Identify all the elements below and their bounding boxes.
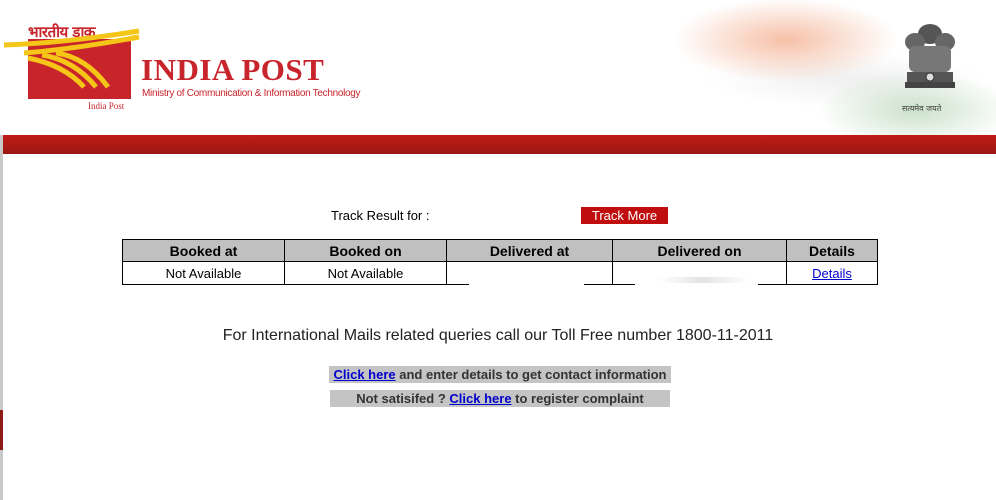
column-header-booked-on: Booked on: [284, 239, 447, 262]
table-header-row: Booked at Booked on Delivered at Deliver…: [122, 239, 878, 262]
delivered-on-cell: [612, 261, 787, 288]
complaint-bar: Not satisifed ? Click here to register c…: [330, 390, 670, 407]
tracking-results-table: Booked at Booked on Delivered at Deliver…: [122, 239, 878, 288]
india-post-logo-icon: [3, 28, 140, 99]
table-row: Not Available Not Available Details: [122, 261, 878, 288]
redaction-smudge: [658, 277, 748, 283]
booked-at-cell: Not Available: [122, 261, 285, 285]
logo-caption: India Post: [88, 101, 125, 111]
emblem-motto: सत्यमेव जयते: [902, 104, 942, 113]
contact-info-text: and enter details to get contact informa…: [395, 367, 667, 382]
complaint-prefix-text: Not satisifed ?: [356, 391, 450, 406]
column-header-delivered-at: Delivered at: [446, 239, 613, 262]
brand-name: INDIA POST: [141, 52, 325, 87]
track-more-button[interactable]: Track More: [581, 207, 668, 224]
redacted-area: [469, 262, 584, 288]
complaint-click-here-link[interactable]: Click here: [449, 391, 511, 406]
site-header: भारतीय डाक India Post INDIA POST Ministr…: [0, 0, 996, 135]
track-result-label: Track Result for :: [331, 208, 430, 223]
toll-free-notice: For International Mails related queries …: [222, 327, 774, 344]
header-red-band: [3, 135, 996, 154]
contact-click-here-link[interactable]: Click here: [333, 367, 395, 382]
details-link[interactable]: Details: [812, 266, 852, 281]
redacted-area: [635, 262, 758, 288]
complaint-suffix-text: to register complaint: [511, 391, 644, 406]
national-emblem-icon: [895, 20, 965, 100]
details-cell: Details: [786, 261, 878, 285]
booked-on-cell: Not Available: [284, 261, 447, 285]
contact-info-bar: Click here and enter details to get cont…: [329, 366, 671, 383]
ministry-subtitle: Ministry of Communication & Information …: [142, 88, 361, 99]
column-header-booked-at: Booked at: [122, 239, 285, 262]
page-left-accent: [0, 410, 3, 450]
column-header-delivered-on: Delivered on: [612, 239, 787, 262]
delivered-at-cell: [446, 261, 613, 288]
column-header-details: Details: [786, 239, 878, 262]
